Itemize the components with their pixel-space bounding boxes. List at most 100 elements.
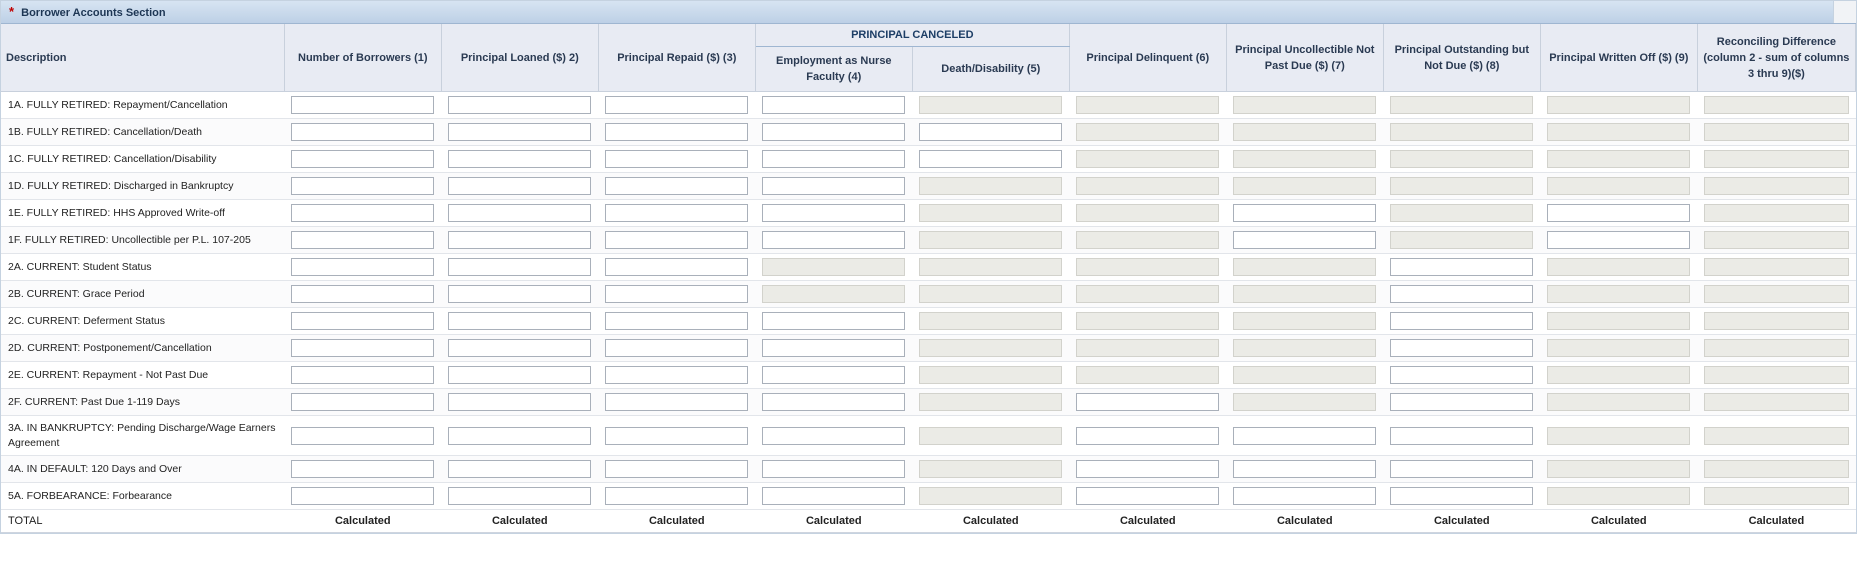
amount-input[interactable] [291,366,435,384]
amount-input[interactable] [605,96,749,114]
disabled-input [1233,123,1377,141]
amount-input[interactable] [1390,487,1534,505]
amount-input[interactable] [291,231,435,249]
amount-input[interactable] [762,204,906,222]
amount-input[interactable] [1076,487,1220,505]
amount-input[interactable] [291,460,435,478]
amount-input[interactable] [291,312,435,330]
amount-input[interactable] [605,426,749,445]
amount-input[interactable] [291,393,435,411]
amount-input[interactable] [291,258,435,276]
table-cell [755,334,913,362]
amount-input[interactable] [762,231,906,249]
amount-input[interactable] [291,123,435,141]
amount-input[interactable] [605,487,749,505]
amount-input[interactable] [448,150,592,168]
amount-input[interactable] [605,366,749,384]
table-cell [598,91,756,119]
amount-input[interactable] [448,177,592,195]
amount-input[interactable] [1390,366,1534,384]
table-cell [598,388,756,416]
amount-input[interactable] [448,123,592,141]
amount-input[interactable] [448,393,592,411]
amount-input[interactable] [448,312,592,330]
amount-input[interactable] [1233,426,1377,445]
amount-input[interactable] [605,285,749,303]
amount-input[interactable] [448,426,592,445]
amount-input[interactable] [448,231,592,249]
amount-input[interactable] [291,339,435,357]
amount-input[interactable] [1076,393,1220,411]
table-cell [755,455,913,483]
disabled-input [1547,177,1691,195]
amount-input[interactable] [919,150,1063,168]
col-header-number-of-borrowers: Number of Borrowers (1) [284,24,442,92]
amount-input[interactable] [448,339,592,357]
amount-input[interactable] [291,204,435,222]
table-cell [1069,253,1227,281]
amount-input[interactable] [762,366,906,384]
amount-input[interactable] [762,487,906,505]
amount-input[interactable] [762,123,906,141]
amount-input[interactable] [448,285,592,303]
amount-input[interactable] [919,123,1063,141]
amount-input[interactable] [1076,460,1220,478]
amount-input[interactable] [605,204,749,222]
amount-input[interactable] [1233,460,1377,478]
amount-input[interactable] [605,312,749,330]
amount-input[interactable] [448,366,592,384]
amount-input[interactable] [448,96,592,114]
amount-input[interactable] [762,426,906,445]
amount-input[interactable] [605,231,749,249]
table-cell [284,455,442,483]
amount-input[interactable] [1233,487,1377,505]
amount-input[interactable] [291,426,435,445]
amount-input[interactable] [605,258,749,276]
table-cell [1540,253,1698,281]
amount-input[interactable] [762,312,906,330]
amount-input[interactable] [605,460,749,478]
amount-input[interactable] [448,258,592,276]
amount-input[interactable] [762,96,906,114]
table-cell [598,199,756,227]
disabled-input [1076,204,1220,222]
amount-input[interactable] [605,177,749,195]
amount-input[interactable] [762,339,906,357]
col-header-principal-repaid: Principal Repaid ($) (3) [598,24,756,92]
table-cell [1069,226,1227,254]
amount-input[interactable] [762,460,906,478]
disabled-input [919,177,1063,195]
amount-input[interactable] [762,150,906,168]
amount-input[interactable] [605,393,749,411]
table-cell [1540,307,1698,335]
amount-input[interactable] [291,96,435,114]
table-cell [1383,172,1541,200]
amount-input[interactable] [448,460,592,478]
amount-input[interactable] [291,177,435,195]
amount-input[interactable] [1390,312,1534,330]
table-cell [598,455,756,483]
amount-input[interactable] [291,150,435,168]
amount-input[interactable] [1390,258,1534,276]
amount-input[interactable] [605,339,749,357]
amount-input[interactable] [291,487,435,505]
amount-input[interactable] [605,150,749,168]
amount-input[interactable] [448,204,592,222]
amount-input[interactable] [448,487,592,505]
scrollbar-corner [1833,1,1856,23]
table-cell [912,415,1070,456]
amount-input[interactable] [1390,393,1534,411]
amount-input[interactable] [762,177,906,195]
amount-input[interactable] [1076,426,1220,445]
amount-input[interactable] [1233,204,1377,222]
amount-input[interactable] [1390,426,1534,445]
amount-input[interactable] [1233,231,1377,249]
amount-input[interactable] [1547,231,1691,249]
amount-input[interactable] [1390,339,1534,357]
amount-input[interactable] [1390,460,1534,478]
amount-input[interactable] [1547,204,1691,222]
amount-input[interactable] [762,393,906,411]
amount-input[interactable] [1390,285,1534,303]
amount-input[interactable] [605,123,749,141]
amount-input[interactable] [291,285,435,303]
